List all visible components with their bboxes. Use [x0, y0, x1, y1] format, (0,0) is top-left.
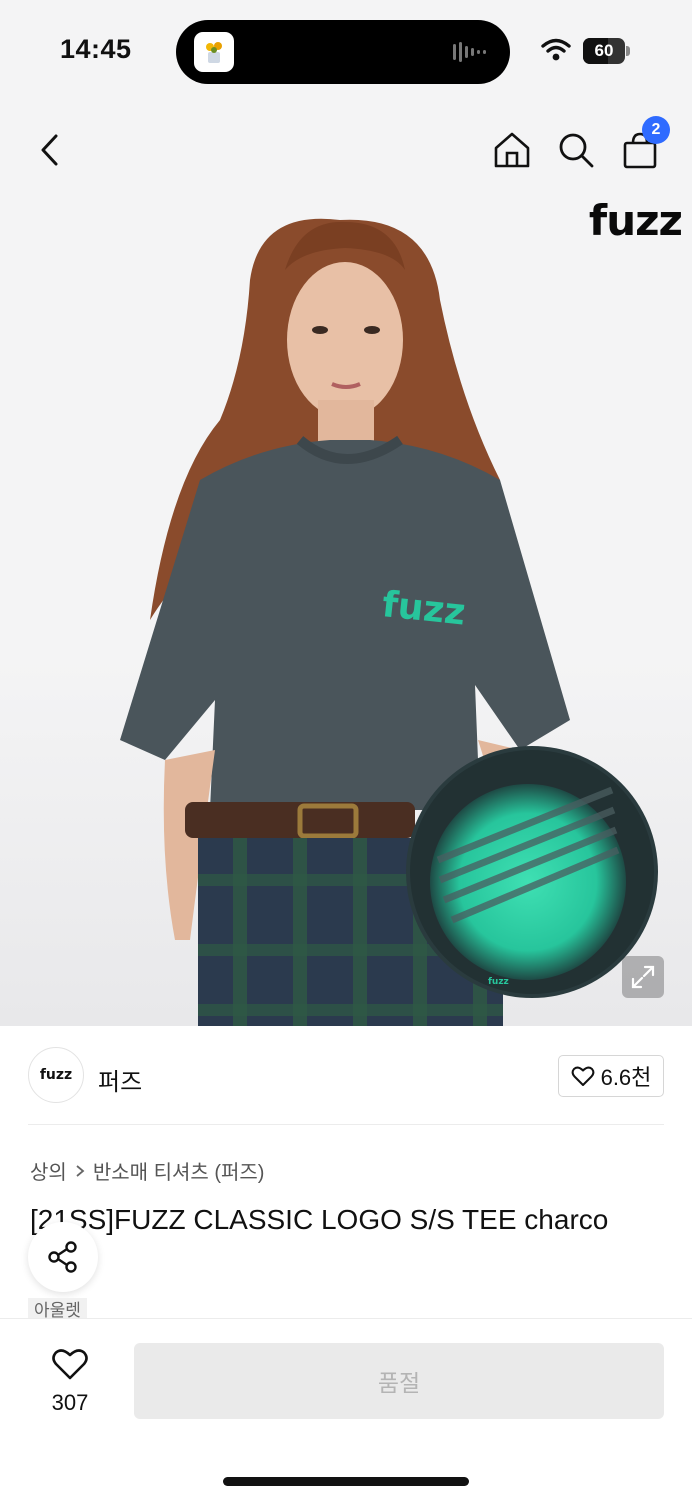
wishlist-count: 307 — [51, 1390, 89, 1415]
wishlist-button[interactable]: 307 — [40, 1347, 100, 1416]
sold-out-button[interactable]: 품절 — [134, 1343, 664, 1419]
brand-name[interactable]: 퍼즈 — [98, 1062, 142, 1097]
svg-text:fuzz: fuzz — [488, 977, 509, 987]
brand-row: fuzz 퍼즈 6.6천 — [0, 1026, 692, 1126]
brand-logo[interactable]: fuzz — [28, 1047, 84, 1103]
bottom-action-bar: 307 품절 — [0, 1318, 692, 1500]
cart-button[interactable]: 2 — [616, 116, 670, 174]
status-time: 14:45 — [60, 34, 132, 64]
share-button[interactable] — [28, 1222, 98, 1292]
heart-icon — [571, 1066, 594, 1086]
status-bar: 14:45 60 — [0, 0, 692, 100]
svg-text:fuzz: fuzz — [380, 584, 467, 633]
brand-like-button[interactable]: 6.6천 — [558, 1055, 664, 1097]
brand-like-count: 6.6천 — [600, 1065, 652, 1090]
back-button[interactable] — [26, 126, 74, 174]
expand-icon — [631, 965, 655, 989]
search-button[interactable] — [552, 126, 600, 174]
wifi-icon — [541, 38, 571, 67]
expand-image-button[interactable] — [622, 956, 664, 998]
divider — [28, 1124, 664, 1125]
breadcrumb-category[interactable]: 상의 — [30, 1156, 67, 1185]
battery-level: 60 — [594, 41, 614, 60]
app-icon — [194, 32, 234, 72]
home-button[interactable] — [488, 126, 536, 174]
product-title: [21SS]FUZZ CLASSIC LOGO S/S TEE charco — [30, 1204, 609, 1235]
home-icon — [494, 132, 530, 168]
dynamic-island[interactable] — [176, 20, 510, 84]
product-image[interactable]: fuzz fuzz 2 fuzz — [0, 100, 692, 1026]
waveform-icon — [452, 40, 490, 69]
breadcrumb: 상의 반소매 티셔츠 (퍼즈) — [30, 1156, 264, 1185]
brand-wordmark: fuzz — [588, 196, 683, 245]
battery-icon: 60 — [583, 38, 625, 64]
chevron-right-icon — [76, 1164, 85, 1177]
home-indicator[interactable] — [223, 1477, 469, 1486]
battery-nub — [626, 46, 630, 56]
breadcrumb-subcategory[interactable]: 반소매 티셔츠 (퍼즈) — [93, 1156, 265, 1185]
share-icon — [48, 1241, 77, 1273]
heart-icon — [52, 1349, 88, 1380]
back-icon — [41, 134, 58, 166]
cart-count-badge: 2 — [642, 116, 670, 144]
search-icon — [559, 133, 594, 168]
